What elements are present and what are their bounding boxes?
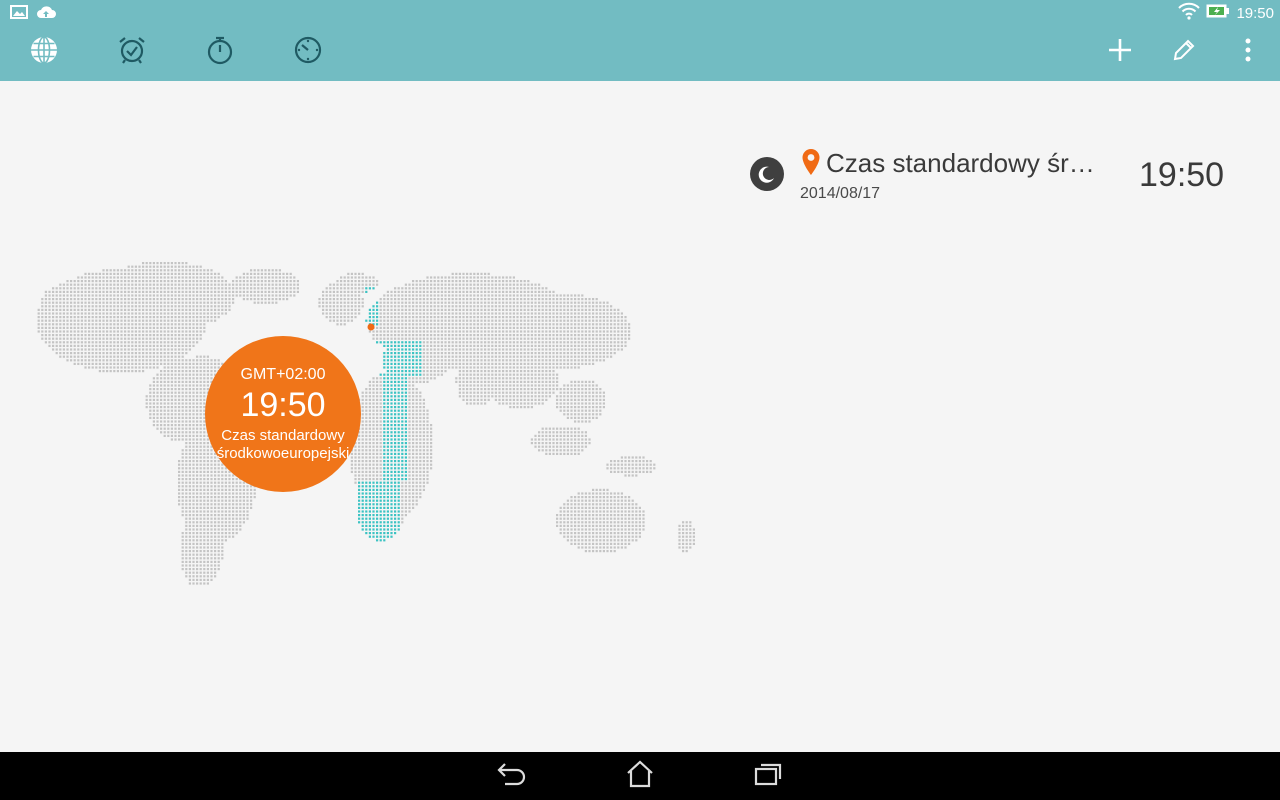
- map-dot-grid: [37, 262, 695, 585]
- bubble-time: 19:50: [240, 386, 326, 424]
- location-marker: [367, 323, 375, 331]
- navigation-bar: [0, 752, 1280, 800]
- home-icon: [625, 760, 655, 793]
- city-date: 2014/08/17: [800, 185, 881, 202]
- back-button[interactable]: [482, 756, 542, 796]
- world-map: [37, 262, 695, 585]
- back-icon: [497, 761, 527, 792]
- city-time: 19:50: [1139, 156, 1225, 194]
- night-moon-icon: [750, 157, 784, 191]
- bubble-gmt-offset: GMT+02:00: [240, 366, 326, 383]
- city-list-item[interactable]: Czas standardowy śr… 2014/08/17 19:50: [748, 140, 1228, 210]
- city-name: Czas standardowy śr…: [826, 148, 1095, 178]
- map-time-bubble[interactable]: GMT+02:00 19:50 Czas standardowy środkow…: [205, 336, 361, 492]
- bubble-zone-name-line1: Czas standardowy: [221, 427, 345, 444]
- current-location-pin-icon: [801, 148, 821, 181]
- recent-apps-button[interactable]: [738, 756, 798, 796]
- home-button[interactable]: [610, 756, 670, 796]
- recent-apps-icon: [753, 761, 783, 792]
- bubble-zone-name-line2: środkowoeuropejski: [216, 445, 350, 462]
